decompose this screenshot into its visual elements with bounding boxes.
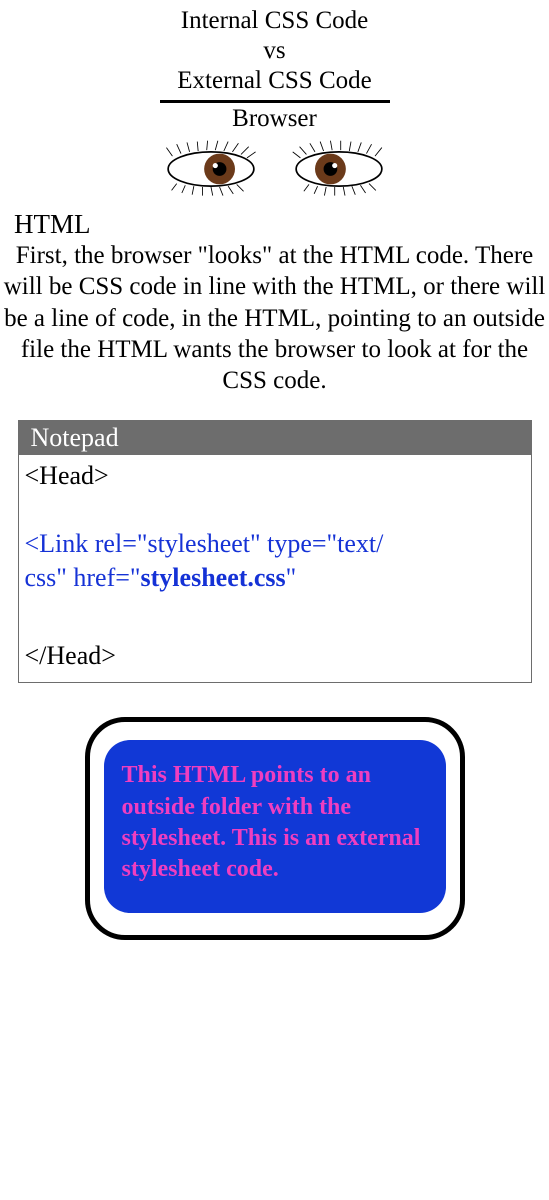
title-block: Internal CSS Code vs External CSS Code B… xyxy=(0,0,549,133)
code-link-part1: <Link rel="stylesheet" type="text/ xyxy=(25,529,384,558)
title-rule xyxy=(160,100,390,103)
callout-text: This HTML points to an outside folder wi… xyxy=(122,760,428,885)
code-link-filename: stylesheet.css xyxy=(141,563,286,592)
eye-left-icon xyxy=(156,139,266,199)
code-link-part3: " xyxy=(286,563,297,592)
title-line-1: Internal CSS Code xyxy=(0,6,549,36)
callout-box: This HTML points to an outside folder wi… xyxy=(104,740,446,913)
page: Internal CSS Code vs External CSS Code B… xyxy=(0,0,549,1200)
notepad-titlebar: Notepad xyxy=(19,421,531,455)
eyes-illustration xyxy=(0,139,549,199)
callout-frame: This HTML points to an outside folder wi… xyxy=(85,717,465,940)
subtitle: Browser xyxy=(0,105,549,133)
html-label: HTML xyxy=(0,209,549,240)
explanation-paragraph: First, the browser "looks" at the HTML c… xyxy=(0,240,549,396)
code-head-open: <Head> xyxy=(25,459,525,493)
title-line-2: vs xyxy=(0,36,549,66)
title-line-3: External CSS Code xyxy=(0,66,549,96)
code-link-line: <Link rel="stylesheet" type="text/ css" … xyxy=(25,527,525,595)
eye-right-icon xyxy=(284,139,394,199)
notepad-window: Notepad <Head> <Link rel="stylesheet" ty… xyxy=(18,420,532,683)
notepad-body: <Head> <Link rel="stylesheet" type="text… xyxy=(19,455,531,682)
code-head-close: </Head> xyxy=(25,639,525,673)
code-link-part2: css" href=" xyxy=(25,563,141,592)
